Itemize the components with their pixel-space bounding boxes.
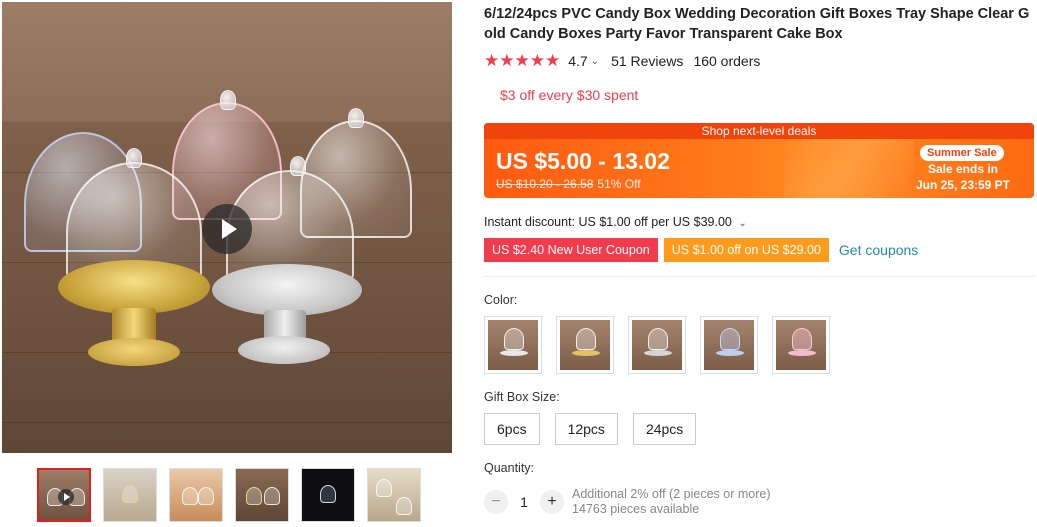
store-promotion[interactable]: $3 off every $30 spent bbox=[500, 87, 1034, 103]
instant-discount[interactable]: Instant discount: US $1.00 off per US $3… bbox=[484, 215, 747, 229]
thumbnail-dome bbox=[396, 497, 412, 515]
thumbnail-image-5[interactable] bbox=[301, 468, 355, 522]
discount-percent: 51% Off bbox=[597, 177, 641, 191]
color-label: Color: bbox=[484, 293, 518, 307]
main-product-image[interactable] bbox=[2, 2, 452, 453]
swatch-tray bbox=[572, 350, 600, 356]
thumbnail-dome bbox=[246, 487, 262, 505]
get-coupons-link[interactable]: Get coupons bbox=[839, 242, 918, 258]
summer-sale-badge: Summer Sale bbox=[920, 145, 1004, 161]
candy-box-knob bbox=[220, 90, 236, 110]
color-option-gold[interactable] bbox=[556, 316, 614, 374]
size-option-12pcs[interactable]: 12pcs bbox=[554, 413, 618, 445]
orders-count: 160 orders bbox=[693, 53, 761, 69]
swatch-tray bbox=[788, 350, 816, 356]
swatch-dome bbox=[504, 328, 524, 350]
price-banner: Shop next-level deals US $5.00 - 13.02 U… bbox=[484, 123, 1034, 198]
wood-grain-line bbox=[2, 422, 452, 423]
banner-header[interactable]: Shop next-level deals bbox=[484, 123, 1034, 139]
thumbnail-dome bbox=[182, 487, 198, 505]
reviews-link[interactable]: 51 Reviews bbox=[611, 53, 683, 69]
bulk-discount-note: Additional 2% off (2 pieces or more) bbox=[572, 487, 771, 501]
sale-ends-label: Sale ends in bbox=[927, 162, 999, 176]
swatch-tray bbox=[716, 350, 744, 356]
silver-base bbox=[238, 336, 330, 364]
candy-box-knob bbox=[348, 108, 364, 128]
swatch-dome bbox=[720, 328, 740, 350]
thumbnail-dome bbox=[264, 487, 280, 505]
gold-base bbox=[88, 338, 180, 366]
color-option-pink[interactable] bbox=[772, 316, 830, 374]
stock-available: 14763 pieces available bbox=[572, 502, 700, 516]
color-option-silver[interactable] bbox=[628, 316, 686, 374]
color-option-blue[interactable] bbox=[700, 316, 758, 374]
color-swatch bbox=[704, 320, 754, 370]
size-label: Gift Box Size: bbox=[484, 390, 560, 404]
video-play-button[interactable] bbox=[202, 204, 252, 254]
product-info-panel: 6/12/24pcs PVC Candy Box Wedding Decorat… bbox=[484, 0, 1034, 516]
thumbnail-image-2[interactable] bbox=[103, 468, 157, 522]
size-options: 6pcs 12pcs 24pcs bbox=[484, 413, 697, 445]
chevron-down-icon: ⌄ bbox=[738, 218, 747, 229]
store-coupon[interactable]: US $1.00 off on US $29.00 bbox=[663, 238, 829, 262]
wood-grain-line bbox=[2, 352, 452, 353]
color-swatch bbox=[560, 320, 610, 370]
swatch-dome bbox=[576, 328, 596, 350]
swatch-dome bbox=[648, 328, 668, 350]
thumbnail-bg bbox=[236, 469, 288, 521]
rating-value[interactable]: 4.7 bbox=[568, 53, 587, 69]
coupon-row: US $2.40 New User Coupon US $1.00 off on… bbox=[484, 238, 918, 262]
banner-decoration bbox=[784, 139, 914, 198]
play-icon bbox=[58, 489, 74, 505]
quantity-info: Additional 2% off (2 pieces or more) 147… bbox=[572, 487, 770, 517]
rating-row: ★★★★★ 4.7 ⌄ 51 Reviews 160 orders bbox=[484, 50, 1034, 72]
thumbnail-dome bbox=[376, 479, 392, 497]
sale-countdown: Sale ends in Jun 25, 23:59 PT bbox=[908, 161, 1018, 193]
original-price: US $10.20 - 26.58 bbox=[496, 177, 594, 191]
silver-tray bbox=[212, 264, 362, 316]
candy-box-knob bbox=[290, 156, 306, 176]
thumbnail-dome bbox=[198, 487, 214, 505]
quantity-stepper: − 1 + Additional 2% off (2 pieces or mor… bbox=[484, 486, 770, 517]
size-option-6pcs[interactable]: 6pcs bbox=[484, 413, 540, 445]
swatch-dome bbox=[792, 328, 812, 350]
thumbnail-video[interactable] bbox=[37, 468, 91, 522]
color-swatch bbox=[632, 320, 682, 370]
thumbnail-strip bbox=[37, 468, 421, 522]
gold-tray bbox=[58, 260, 210, 314]
chevron-down-icon[interactable]: ⌄ bbox=[591, 56, 599, 67]
thumbnail-image-6[interactable] bbox=[367, 468, 421, 522]
swatch-tray bbox=[644, 350, 672, 356]
quantity-label: Quantity: bbox=[484, 461, 535, 475]
swatch-tray bbox=[500, 350, 528, 356]
original-price-row: US $10.20 - 26.58 51% Off bbox=[496, 177, 641, 191]
quantity-value[interactable]: 1 bbox=[508, 494, 540, 510]
color-option-clear[interactable] bbox=[484, 316, 542, 374]
thumbnail-image-4[interactable] bbox=[235, 468, 289, 522]
color-swatch bbox=[776, 320, 826, 370]
color-swatch bbox=[488, 320, 538, 370]
thumbnail-image-3[interactable] bbox=[169, 468, 223, 522]
section-divider bbox=[484, 276, 1034, 277]
new-user-coupon[interactable]: US $2.40 New User Coupon bbox=[484, 238, 658, 262]
current-price: US $5.00 - 13.02 bbox=[496, 148, 670, 174]
quantity-increase-button[interactable]: + bbox=[540, 490, 564, 514]
candy-box-knob bbox=[126, 148, 142, 168]
quantity-decrease-button[interactable]: − bbox=[484, 490, 508, 514]
star-icon: ★★★★★ bbox=[484, 51, 561, 70]
sale-ends-time: Jun 25, 23:59 PT bbox=[915, 178, 1011, 192]
color-options bbox=[484, 316, 830, 374]
product-title: 6/12/24pcs PVC Candy Box Wedding Decorat… bbox=[484, 6, 1030, 42]
thumbnail-dome bbox=[320, 485, 336, 503]
size-option-24pcs[interactable]: 24pcs bbox=[632, 413, 697, 445]
instant-discount-text: Instant discount: US $1.00 off per US $3… bbox=[484, 215, 732, 229]
thumbnail-dome bbox=[122, 485, 138, 503]
